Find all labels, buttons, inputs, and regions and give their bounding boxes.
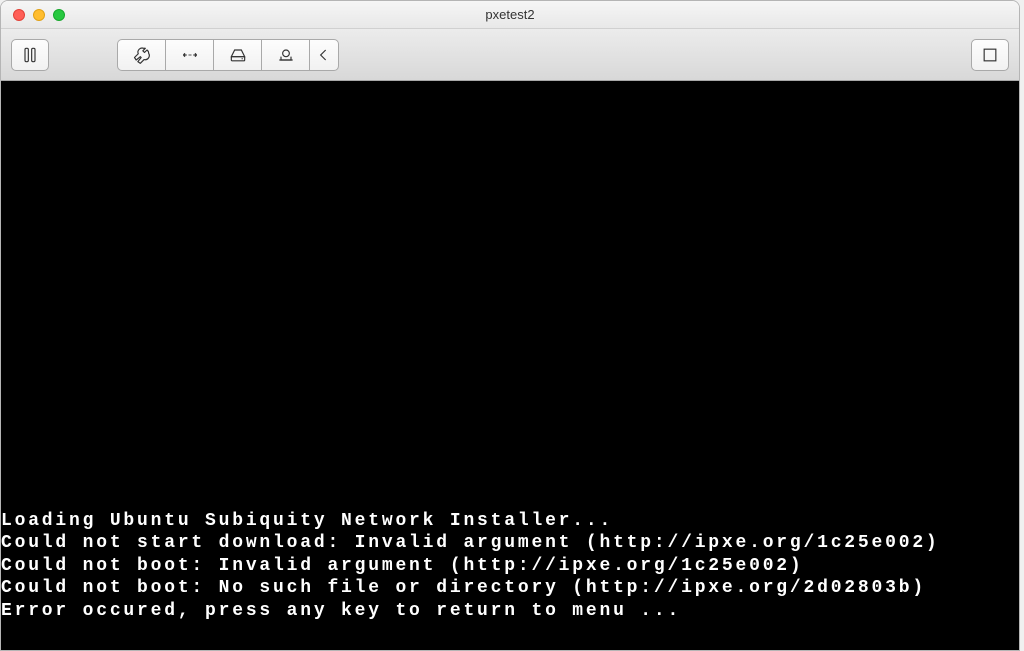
console-output[interactable]: Loading Ubuntu Subiquity Network Install…	[1, 81, 1019, 650]
pause-icon	[20, 45, 40, 65]
fullscreen-icon	[980, 45, 1000, 65]
resize-icon	[180, 45, 200, 65]
console-line: Error occured, press any key to return t…	[1, 600, 1019, 623]
resize-button[interactable]	[165, 39, 213, 71]
vm-window: pxetest2	[0, 0, 1020, 651]
window-title: pxetest2	[1, 7, 1019, 22]
titlebar: pxetest2	[1, 1, 1019, 29]
toolbar-group	[117, 39, 339, 71]
toolbar	[1, 29, 1019, 81]
traffic-lights	[1, 9, 65, 21]
zoom-button[interactable]	[53, 9, 65, 21]
collapse-button[interactable]	[309, 39, 339, 71]
settings-button[interactable]	[117, 39, 165, 71]
chevron-left-icon	[314, 45, 334, 65]
wrench-icon	[132, 45, 152, 65]
camera-button[interactable]	[261, 39, 309, 71]
toolbar-right	[971, 39, 1009, 71]
pause-button[interactable]	[11, 39, 49, 71]
console-line: Could not start download: Invalid argume…	[1, 532, 1019, 555]
camera-icon	[276, 45, 296, 65]
toolbar-left	[11, 39, 339, 71]
disk-button[interactable]	[213, 39, 261, 71]
close-button[interactable]	[13, 9, 25, 21]
console-line: Could not boot: No such file or director…	[1, 577, 1019, 600]
console-line: Could not boot: Invalid argument (http:/…	[1, 555, 1019, 578]
disk-icon	[228, 45, 248, 65]
fullscreen-button[interactable]	[971, 39, 1009, 71]
console-line: Loading Ubuntu Subiquity Network Install…	[1, 510, 1019, 533]
minimize-button[interactable]	[33, 9, 45, 21]
